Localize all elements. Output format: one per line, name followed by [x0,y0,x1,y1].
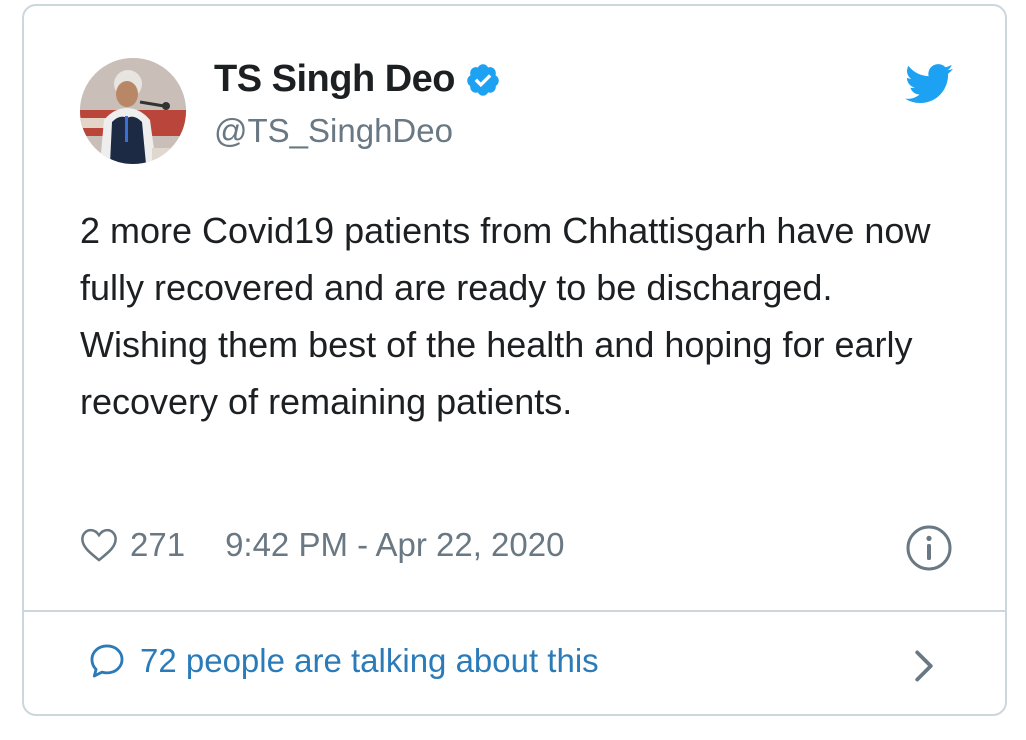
info-icon[interactable] [905,524,953,572]
tweet-card: TS Singh Deo @TS_SinghDeo 2 more Covid19… [22,4,1007,716]
twitter-bird-icon[interactable] [905,64,953,104]
like-count[interactable]: 271 [130,526,185,564]
author-name-row[interactable]: TS Singh Deo [214,58,501,101]
heart-icon[interactable] [80,527,118,563]
author-handle[interactable]: @TS_SinghDeo [214,112,453,150]
conversation-label[interactable]: 72 people are talking about this [140,642,599,680]
verified-badge-icon [467,63,499,96]
tweet-text: 2 more Covid19 patients from Chhattisgar… [80,210,931,422]
avatar[interactable] [80,58,186,164]
tweet-meta: 271 9:42 PM - Apr 22, 2020 [80,526,564,564]
divider [24,610,1005,612]
avatar-photo [80,58,186,164]
conversation-link[interactable]: 72 people are talking about this [88,642,599,680]
speech-bubble-icon [90,644,124,678]
tweet-timestamp[interactable]: 9:42 PM - Apr 22, 2020 [225,526,564,564]
chevron-right-icon[interactable] [911,649,937,683]
author-display-name[interactable]: TS Singh Deo [214,58,456,101]
